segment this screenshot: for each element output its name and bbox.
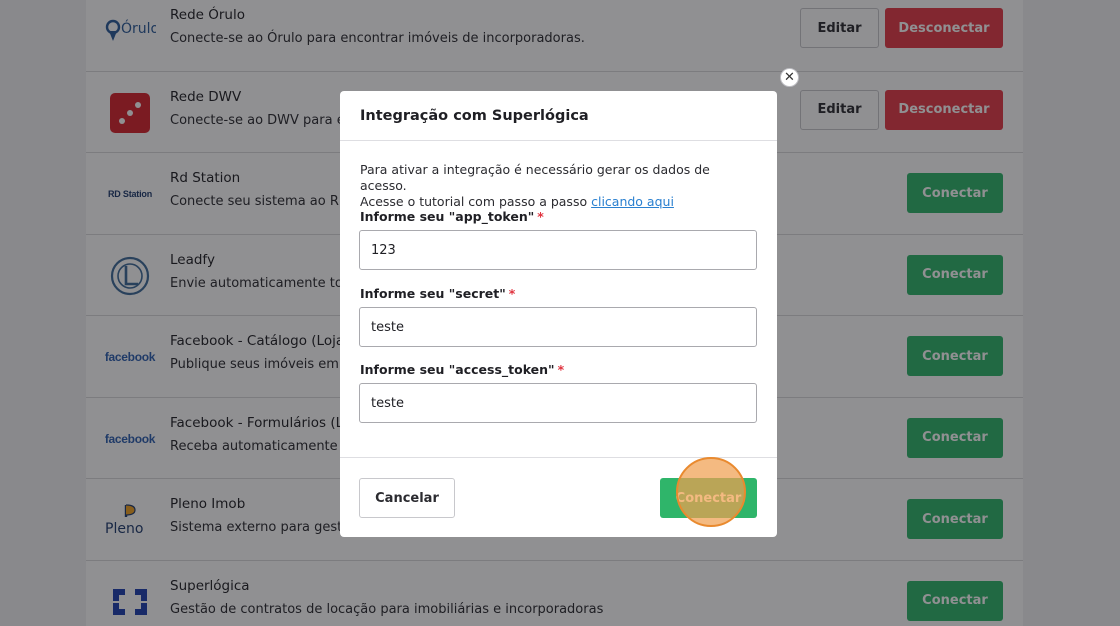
modal-title: Integração com Superlógica [360, 108, 589, 124]
required-mark: * [557, 362, 565, 377]
secret-label: Informe seu "secret" * [360, 286, 515, 301]
modal-intro: Para ativar a integração é necessário ge… [360, 162, 760, 210]
secret-label-text: Informe seu "secret" [360, 286, 506, 301]
cancel-button[interactable]: Cancelar [359, 478, 455, 518]
required-mark: * [508, 286, 516, 301]
close-icon[interactable]: ✕ [780, 68, 799, 87]
intro-line-1: Para ativar a integração é necessário ge… [360, 162, 710, 193]
secret-input[interactable] [359, 307, 757, 347]
modal-header-divider [340, 140, 777, 141]
intro-line-2: Acesse o tutorial com passo a passo [360, 194, 588, 209]
access-token-label-text: Informe seu "access_token" [360, 362, 555, 377]
access-token-input[interactable] [359, 383, 757, 423]
app-token-label-text: Informe seu "app_token" [360, 209, 535, 224]
app-token-input[interactable] [359, 230, 757, 270]
click-highlight [676, 457, 746, 527]
app-token-label: Informe seu "app_token" * [360, 209, 544, 224]
required-mark: * [537, 209, 544, 224]
tutorial-link[interactable]: clicando aqui [591, 194, 674, 209]
access-token-label: Informe seu "access_token" * [360, 362, 564, 377]
